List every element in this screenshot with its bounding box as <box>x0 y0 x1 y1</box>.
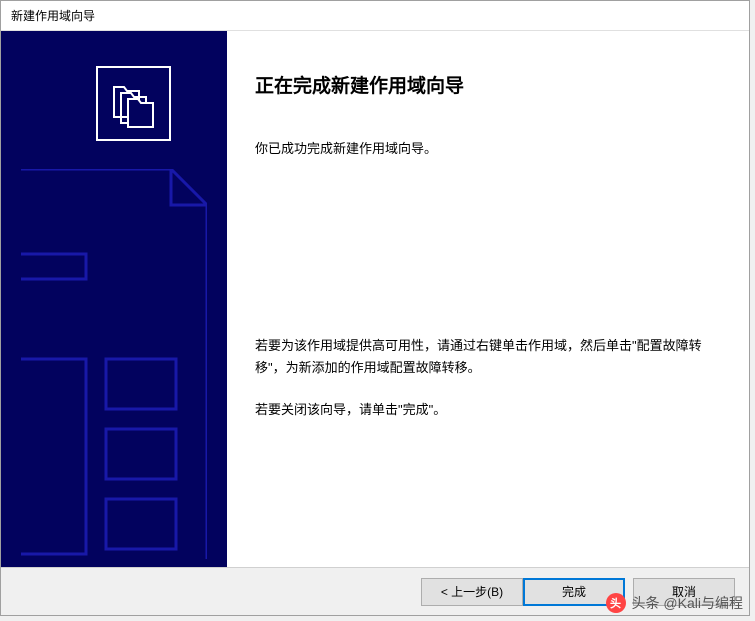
folders-icon <box>109 79 159 129</box>
back-button[interactable]: < 上一步(B) <box>421 578 523 606</box>
watermark-text: 头条 @Kali与编程 <box>632 593 743 613</box>
dialog-title: 新建作用域向导 <box>11 9 95 23</box>
main-content: 正在完成新建作用域向导 你已成功完成新建作用域向导。 若要为该作用域提供高可用性… <box>227 31 749 571</box>
close-instruction: 若要关闭该向导，请单击"完成"。 <box>255 399 719 421</box>
watermark-logo-icon: 头 <box>606 593 626 613</box>
availability-message: 若要为该作用域提供高可用性，请通过右键单击作用域，然后单击"配置故障转移"，为新… <box>255 335 719 379</box>
success-message: 你已成功完成新建作用域向导。 <box>255 138 719 160</box>
banner-icon-frame <box>96 66 171 141</box>
content-area: 正在完成新建作用域向导 你已成功完成新建作用域向导。 若要为该作用域提供高可用性… <box>1 31 749 571</box>
server-outline-icon <box>21 169 207 559</box>
wizard-heading: 正在完成新建作用域向导 <box>255 71 719 98</box>
nav-button-group: < 上一步(B) 完成 <box>421 578 625 606</box>
title-bar: 新建作用域向导 <box>1 1 749 31</box>
spacer <box>255 180 719 335</box>
watermark: 头 头条 @Kali与编程 <box>606 593 743 613</box>
wizard-banner <box>1 31 227 571</box>
wizard-dialog: 新建作用域向导 <box>0 0 750 616</box>
